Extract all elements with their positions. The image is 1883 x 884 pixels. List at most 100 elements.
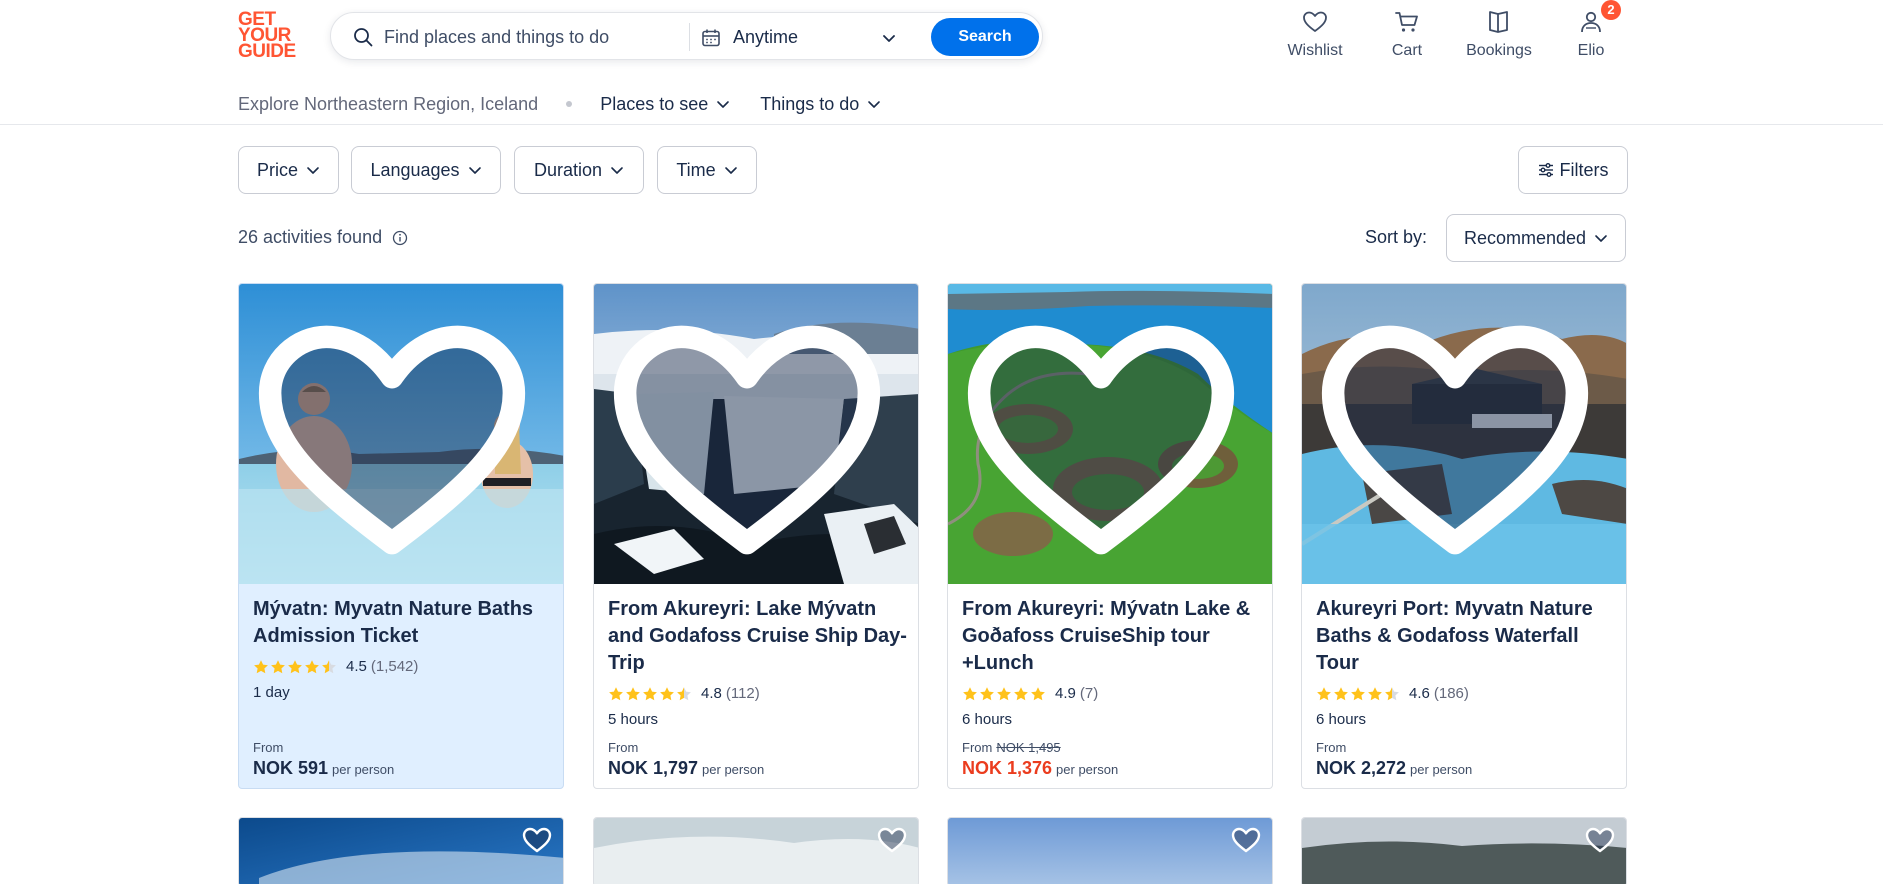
price-unit: per person <box>1056 762 1119 777</box>
filter-duration-label: Duration <box>533 159 603 180</box>
rating-value: 4.9 <box>1055 685 1076 702</box>
search-input[interactable] <box>384 21 684 53</box>
activity-duration: 6 hours <box>962 711 1013 728</box>
star-icon <box>997 686 1011 700</box>
heart-icon[interactable] <box>1301 290 1618 590</box>
heart-icon[interactable] <box>521 824 553 856</box>
bookmark-icon <box>1489 11 1508 33</box>
heart-icon[interactable] <box>1230 824 1262 856</box>
star-icon <box>322 659 336 673</box>
activity-price: NOK 591 per person <box>253 758 394 779</box>
activity-card[interactable]: From Akureyri: Mývatn Lake & Goðafoss Cr… <box>947 283 1273 789</box>
nav-cart-label: Cart <box>1391 42 1423 59</box>
chevron-down-icon <box>611 167 623 174</box>
activity-image <box>594 818 918 884</box>
star-rating <box>608 686 693 702</box>
star-icon <box>288 659 302 673</box>
activity-card[interactable] <box>1301 817 1627 884</box>
things-to-do-label: Things to do <box>760 93 860 114</box>
activity-card[interactable]: Mývatn: Myvatn Nature Baths Admission Ti… <box>238 283 564 789</box>
search-bar: Anytime Search <box>330 12 1043 60</box>
star-icon <box>1385 686 1399 700</box>
filter-duration[interactable]: Duration <box>514 146 644 194</box>
subnav-separator <box>566 101 573 107</box>
sort-value: Recommended <box>1463 227 1587 248</box>
explore-region-link[interactable]: Explore Northeastern Region, Iceland <box>238 94 538 115</box>
filter-price-label: Price <box>256 159 298 180</box>
star-icon <box>677 686 691 700</box>
star-icon <box>626 686 640 700</box>
things-to-do-menu[interactable]: Things to do <box>760 94 881 115</box>
activity-title: From Akureyri: Mývatn Lake & Goðafoss Cr… <box>962 598 1251 674</box>
sliders-icon <box>1538 163 1553 177</box>
heart-icon[interactable] <box>593 290 910 590</box>
activity-card[interactable] <box>593 817 919 884</box>
activity-image <box>239 284 563 584</box>
date-picker[interactable]: Anytime <box>701 19 901 55</box>
activity-image <box>594 284 918 584</box>
star-icon <box>1014 686 1028 700</box>
filter-price[interactable]: Price <box>238 146 339 194</box>
activity-rating: 4.5 (1,542) <box>253 658 418 675</box>
activity-rating: 4.8 (112) <box>608 685 760 702</box>
activity-rating: 4.6 (186) <box>1316 685 1469 702</box>
filters-button-label: Filters <box>1559 159 1609 180</box>
filter-languages[interactable]: Languages <box>351 146 501 194</box>
activity-card[interactable]: Akureyri Port: Myvatn Nature Baths & God… <box>1301 283 1627 789</box>
nav-cart[interactable]: Cart <box>1367 8 1447 60</box>
price-unit: per person <box>332 762 395 777</box>
activity-card[interactable] <box>947 817 1273 884</box>
calendar-icon <box>702 29 720 47</box>
price-value: NOK 1,797 <box>608 758 699 778</box>
activity-title: From Akureyri: Lake Mývatn and Godafoss … <box>608 598 907 674</box>
star-icon <box>963 686 977 700</box>
star-icon <box>1351 686 1365 700</box>
heart-icon[interactable] <box>1584 824 1616 856</box>
places-to-see-menu[interactable]: Places to see <box>600 94 730 115</box>
filter-time[interactable]: Time <box>657 146 757 194</box>
info-icon[interactable] <box>392 230 408 246</box>
filter-languages-label: Languages <box>370 159 460 180</box>
heart-icon[interactable] <box>947 290 1264 590</box>
chevron-down-icon <box>868 101 881 108</box>
price-from-label: From <box>962 740 993 755</box>
price-from: From <box>1316 740 1346 755</box>
activity-price: NOK 1,797 per person <box>608 758 764 779</box>
results-count-text: 26 activities found <box>238 227 383 247</box>
filters-button[interactable]: Filters <box>1518 146 1628 194</box>
rating-value: 4.5 <box>346 658 367 675</box>
chevron-down-icon <box>468 167 481 174</box>
sort-label: Sort by: <box>1365 227 1428 247</box>
site-header: GET YOUR GUIDE Anytime Search <box>0 0 1883 125</box>
heart-icon <box>1303 11 1327 32</box>
chevron-down-icon <box>717 101 730 108</box>
date-label: Anytime <box>733 27 799 47</box>
getyourguide-logo[interactable]: GET YOUR GUIDE <box>238 10 304 64</box>
heart-icon[interactable] <box>876 824 908 856</box>
price-from: From NOK 1,495 <box>962 740 1061 755</box>
price-value: NOK 1,376 <box>962 758 1053 778</box>
results-count: 26 activities found <box>238 227 408 248</box>
star-rating <box>253 659 338 675</box>
star-icon <box>1031 686 1045 700</box>
nav-profile[interactable]: Elio 2 <box>1551 0 1631 60</box>
subnav: Explore Northeastern Region, Iceland Pla… <box>238 92 911 116</box>
price-from-label: From <box>608 740 639 755</box>
review-count: (112) <box>725 685 760 702</box>
sort-select[interactable]: Recommended <box>1446 214 1626 262</box>
nav-wishlist[interactable]: Wishlist <box>1275 8 1355 60</box>
activity-card[interactable]: From Akureyri: Lake Mývatn and Godafoss … <box>593 283 919 789</box>
activity-rating: 4.9 (7) <box>962 685 1098 702</box>
heart-icon[interactable] <box>238 290 555 590</box>
chevron-down-icon <box>724 167 737 174</box>
activity-price: NOK 2,272 per person <box>1316 758 1472 779</box>
star-rating <box>962 686 1047 702</box>
filter-time-label: Time <box>676 159 716 180</box>
nav-bookings[interactable]: Bookings <box>1459 8 1539 60</box>
activity-card[interactable] <box>238 817 564 884</box>
rating-value: 4.8 <box>701 685 722 702</box>
nav-bookings-label: Bookings <box>1466 42 1532 59</box>
price-from-label: From <box>1316 740 1347 755</box>
chevron-down-icon <box>1595 235 1607 242</box>
search-button[interactable]: Search <box>931 18 1039 56</box>
